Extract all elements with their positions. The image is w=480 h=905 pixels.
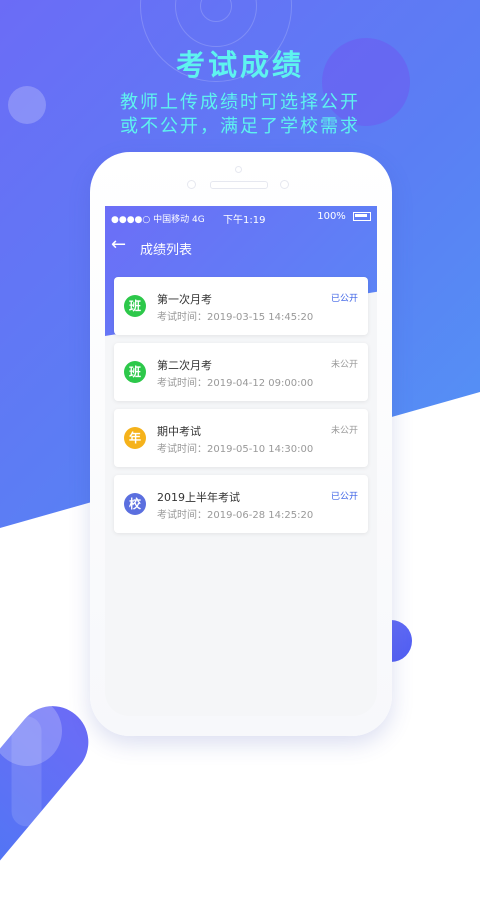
exam-time: 考试时间：2019-04-12 09:00:00 (157, 378, 314, 389)
exam-time: 考试时间：2019-03-15 14:45:20 (157, 312, 314, 323)
promo-subline-1: 教师上传成绩时可选择公开 (120, 92, 360, 113)
phone-screen: ●●●●○ 中国移动 4G 下午1:19 100% ← 成绩列表 班 第一次月考… (105, 206, 377, 716)
exam-avatar: 校 (124, 493, 146, 515)
speaker-grille (210, 181, 268, 189)
exam-avatar: 班 (124, 361, 146, 383)
battery-percent: 100% (317, 211, 346, 222)
promo-subline-2: 或不公开，满足了学校需求 (120, 116, 360, 137)
status-bar: ●●●●○ 中国移动 4G 下午1:19 100% (105, 210, 377, 226)
battery-indicator: 100% (317, 211, 371, 222)
exam-title: 2019上半年考试 (157, 491, 240, 504)
promo-headline: 考试成绩 (175, 48, 304, 82)
exam-avatar: 班 (124, 295, 146, 317)
arrow-left-icon[interactable]: ← (111, 234, 126, 255)
battery-icon (353, 211, 371, 221)
exam-title: 第一次月考 (157, 293, 212, 306)
exam-card[interactable]: 班 第一次月考 考试时间：2019-03-15 14:45:20 已公开 (114, 277, 368, 335)
exam-card[interactable]: 年 期中考试 考试时间：2019-05-10 14:30:00 未公开 (114, 409, 368, 467)
page-title: 成绩列表 (140, 243, 193, 258)
exam-title: 第二次月考 (157, 359, 212, 372)
exam-status: 已公开 (330, 492, 358, 502)
phone-mockup: ●●●●○ 中国移动 4G 下午1:19 100% ← 成绩列表 班 第一次月考… (90, 152, 392, 736)
camera-dot (280, 180, 289, 189)
nav-bar: ← 成绩列表 (105, 234, 377, 262)
exam-time: 考试时间：2019-06-28 14:25:20 (157, 510, 314, 521)
exam-avatar: 年 (124, 427, 146, 449)
sensor-dot (235, 166, 242, 173)
clock: 下午1:19 (223, 215, 266, 226)
exam-title: 期中考试 (157, 425, 201, 438)
exam-status: 未公开 (330, 360, 358, 370)
exam-time: 考试时间：2019-05-10 14:30:00 (157, 444, 314, 455)
exam-card[interactable]: 校 2019上半年考试 考试时间：2019-06-28 14:25:20 已公开 (114, 475, 368, 533)
exam-card[interactable]: 班 第二次月考 考试时间：2019-04-12 09:00:00 未公开 (114, 343, 368, 401)
carrier-label: ●●●●○ 中国移动 4G (111, 215, 205, 225)
camera-dot (187, 180, 196, 189)
exam-status: 已公开 (330, 294, 358, 304)
exam-status: 未公开 (330, 426, 358, 436)
